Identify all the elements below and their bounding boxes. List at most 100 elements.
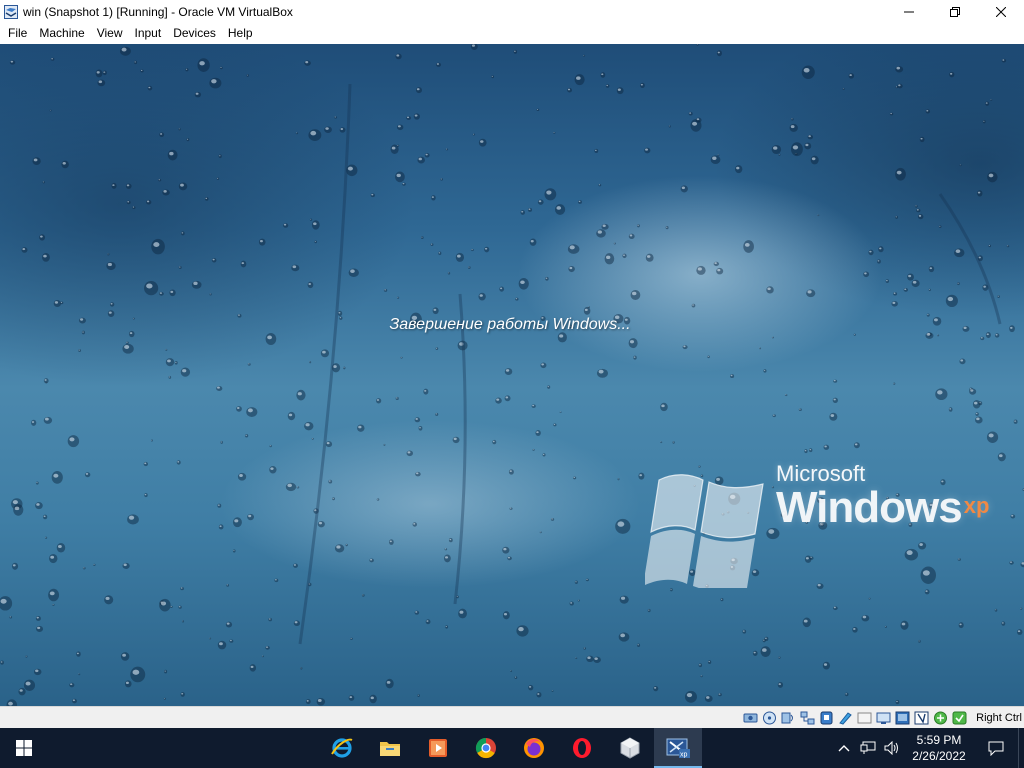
virtualization-icon[interactable] [894,710,911,726]
taskbar-xp-vm-window[interactable]: xp [654,728,702,768]
raindrop [49,553,58,564]
hard-disk-icon[interactable] [742,710,759,726]
raindrop [0,660,4,665]
taskbar-google-chrome[interactable] [462,728,510,768]
raindrop [308,129,322,141]
raindrop [343,366,346,370]
raindrop [670,588,673,592]
raindrop [637,643,641,647]
logo-suffix: xp [963,493,990,518]
shared-folders-icon[interactable] [837,710,854,726]
raindrop [36,625,44,633]
raindrop [140,69,144,73]
raindrop [220,440,223,444]
video-capture-icon[interactable] [875,710,892,726]
taskbar-opera[interactable] [558,728,606,768]
raindrop [982,119,986,124]
raindrop [668,125,671,128]
taskbar-internet-explorer[interactable] [318,728,366,768]
raindrop [232,549,236,553]
raindrop [304,60,311,66]
raindrop [802,617,811,628]
display-icon[interactable] [856,710,873,726]
taskbar-media-player[interactable] [414,728,462,768]
raindrop [600,72,606,78]
taskbar-file-explorer[interactable] [366,728,414,768]
menu-help[interactable]: Help [222,23,259,44]
raindrop [440,178,443,181]
raindrop [51,471,63,484]
raindrop [197,58,210,72]
raindrop [577,599,580,602]
raindrop [49,109,52,112]
start-button[interactable] [0,728,48,768]
show-desktop-button[interactable] [1018,728,1024,768]
raindrop [619,595,629,604]
raindrop [975,412,979,416]
minimize-button[interactable] [886,0,932,23]
raindrop [567,87,573,93]
raindrop [82,567,86,570]
show-hidden-icons-button[interactable] [832,728,856,768]
raindrop [247,513,255,521]
raindrop [513,49,518,54]
raindrop [295,132,299,135]
raindrop [120,652,130,661]
raindrop [240,260,247,268]
taskbar-firefox[interactable] [510,728,558,768]
host-key-indicator-icon[interactable] [951,710,968,726]
raindrop [784,394,788,397]
close-button[interactable] [978,0,1024,23]
taskbar-virtualbox[interactable] [606,728,654,768]
window-title: win (Snapshot 1) [Running] - Oracle VM V… [23,4,293,19]
raindrop [402,182,406,186]
network-status-button[interactable] [856,728,880,768]
raindrop [617,478,620,481]
raindrop [455,252,465,262]
menu-view[interactable]: View [91,23,129,44]
raindrop [777,681,784,688]
raindrop [216,177,220,180]
usb-icon[interactable] [818,710,835,726]
raindrop [78,673,81,676]
raindrop [348,268,359,277]
menu-machine[interactable]: Machine [33,23,90,44]
audio-icon[interactable] [780,710,797,726]
window-title-bar[interactable]: win (Snapshot 1) [Running] - Oracle VM V… [0,0,1024,23]
optical-drive-icon[interactable] [761,710,778,726]
raindrop [1006,244,1010,248]
host-key-label[interactable]: Right Ctrl [976,707,1022,729]
raindrop [414,610,420,615]
raindrop [309,218,313,221]
raindrop [39,234,46,241]
raindrop [573,476,577,480]
raindrop [852,626,858,633]
keyboard-capture-icon[interactable] [932,710,949,726]
raindrop [605,84,610,88]
mouse-integration-icon[interactable] [913,710,930,726]
menu-input[interactable]: Input [129,23,168,44]
raindrop [613,242,616,245]
raindrop [868,597,871,600]
raindrop [700,675,703,678]
guest-display[interactable]: Завершение работы Windows... Microsoft W… [0,44,1024,706]
raindrop [13,504,24,516]
menu-devices[interactable]: Devices [167,23,222,44]
raindrop [178,605,182,609]
raindrop [771,144,782,155]
restore-button[interactable] [932,0,978,23]
action-center-button[interactable] [974,728,1018,768]
network-icon[interactable] [799,710,816,726]
raindrop [435,412,439,416]
raindrop [369,558,374,563]
clock[interactable]: 5:59 PM 2/26/2022 [904,732,974,764]
raindrop [680,185,688,193]
raindrop [975,416,983,424]
raindrop [395,396,399,401]
raindrop [583,647,587,650]
raindrop [535,429,541,436]
menu-file[interactable]: File [2,23,33,44]
raindrop [325,441,333,448]
speaker-icon [884,741,898,755]
volume-button[interactable] [880,728,904,768]
